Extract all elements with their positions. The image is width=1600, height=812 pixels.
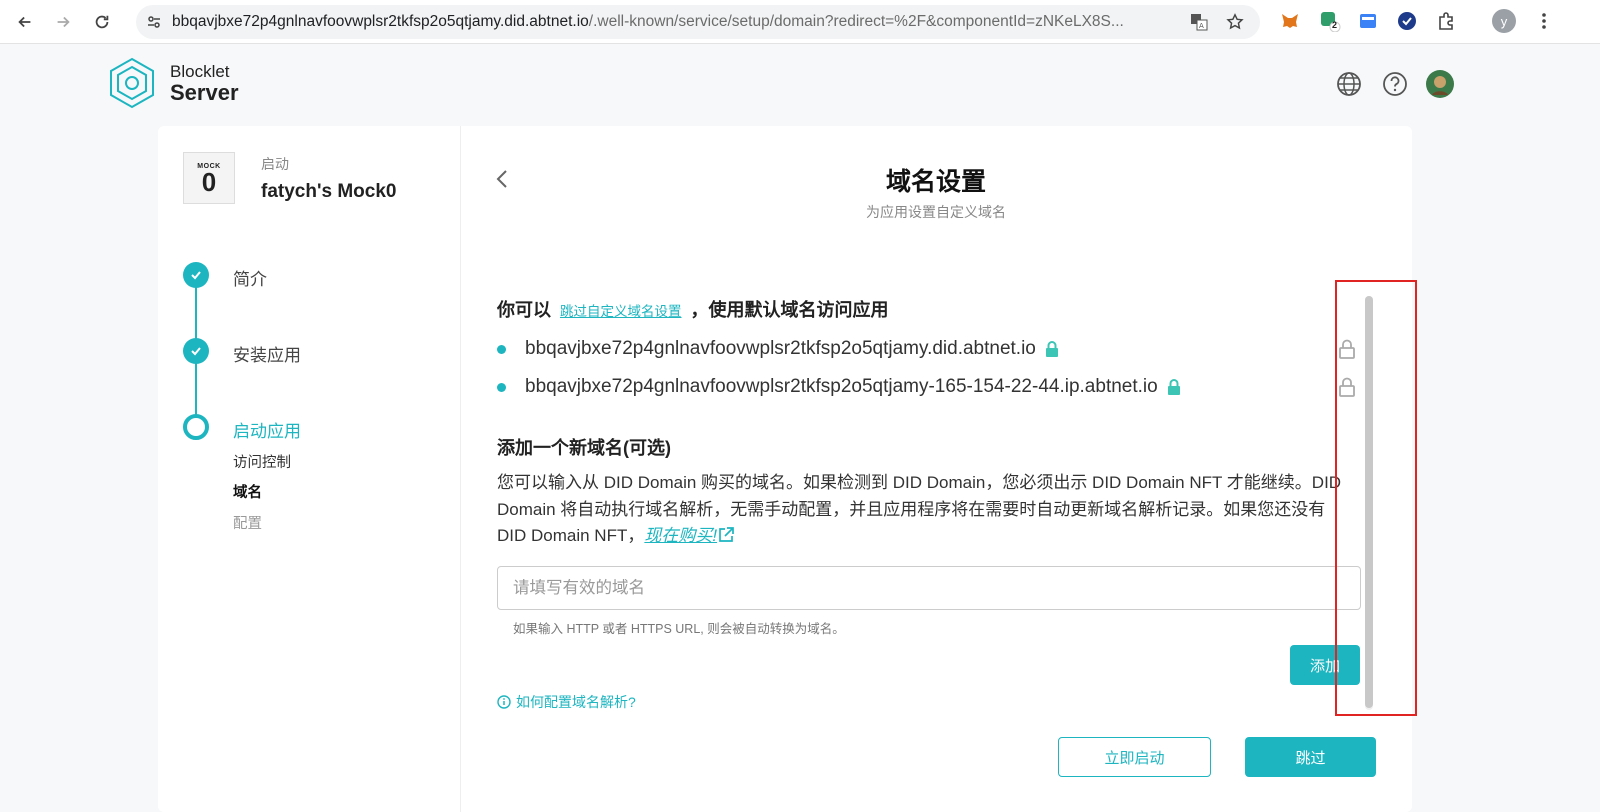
url-text: bbqavjbxe72p4gnlnavfoovwplsr2tkfsp2o5qtj… <box>172 13 1124 30</box>
browser-menu-icon[interactable] <box>1532 9 1556 33</box>
window-extension-icon[interactable] <box>1356 9 1380 33</box>
skip-button[interactable]: 跳过 <box>1245 737 1376 777</box>
step-install[interactable]: 安装应用 <box>233 341 301 366</box>
app-status: 启动 <box>261 156 289 172</box>
step-connector <box>195 286 197 346</box>
add-domain-title: 添加一个新域名(可选) <box>497 438 671 458</box>
dns-help-link[interactable]: 如何配置域名解析? <box>497 692 636 712</box>
skip-line-prefix: 你可以 <box>497 300 551 320</box>
step-launch[interactable]: 启动应用 <box>233 417 301 442</box>
default-domain-text: bbqavjbxe72p4gnlnavfoovwplsr2tkfsp2o5qtj… <box>525 376 1158 397</box>
domain-input[interactable] <box>497 566 1361 610</box>
app-thumbnail: MOCK 0 <box>183 152 235 204</box>
step-done-check-icon <box>183 262 209 288</box>
browser-toolbar: bbqavjbxe72p4gnlnavfoovwplsr2tkfsp2o5qtj… <box>0 0 1600 44</box>
reload-icon[interactable] <box>89 9 115 35</box>
launch-now-button[interactable]: 立即启动 <box>1058 737 1211 777</box>
external-link-icon[interactable] <box>717 526 735 544</box>
domain-scroll-area: 你可以 跳过自定义域名设置 ，使用默认域名访问应用 bbqavjbxe72p4g… <box>461 276 1371 716</box>
back-chevron-icon[interactable] <box>490 166 514 192</box>
skip-custom-domain-link[interactable]: 跳过自定义域名设置 <box>560 304 682 319</box>
info-circle-icon <box>497 695 511 709</box>
setup-sidebar: MOCK 0 启动 fatych's Mock0 简介 安装应用 启动应用 访问… <box>158 126 461 812</box>
dns-help-link-text: 如何配置域名解析? <box>516 694 636 710</box>
default-domain-item: bbqavjbxe72p4gnlnavfoovwplsr2tkfsp2o5qtj… <box>497 338 1060 360</box>
back-arrow-icon[interactable] <box>12 9 38 35</box>
brand-name-top: Blocklet <box>170 62 230 81</box>
address-bar[interactable]: bbqavjbxe72p4gnlnavfoovwplsr2tkfsp2o5qtj… <box>136 5 1260 39</box>
page-title: 域名设置 <box>885 168 986 196</box>
step-active-ring-icon <box>183 414 209 440</box>
step-connector <box>195 362 197 422</box>
add-domain-description-text: 您可以输入从 DID Domain 购买的域名。如果检测到 DID Domain… <box>497 473 1342 545</box>
skip-custom-domain-line: 你可以 跳过自定义域名设置 ，使用默认域名访问应用 <box>497 296 889 322</box>
site-settings-icon[interactable] <box>142 10 166 34</box>
setup-card: MOCK 0 启动 fatych's Mock0 简介 安装应用 启动应用 访问… <box>158 126 1417 812</box>
default-domain-item: bbqavjbxe72p4gnlnavfoovwplsr2tkfsp2o5qtj… <box>497 376 1182 398</box>
forward-arrow-icon[interactable] <box>50 9 76 35</box>
domain-input-hint: 如果输入 HTTP 或者 HTTPS URL, 则会被自动转换为域名。 <box>513 622 845 636</box>
app-name: fatych's Mock0 <box>261 181 397 202</box>
sub-step-config: 配置 <box>233 516 262 532</box>
language-globe-icon[interactable] <box>1335 70 1363 98</box>
extension-badge-count: 2 <box>1332 20 1338 30</box>
brand-name-bottom: Server <box>170 80 239 105</box>
svg-text:A: A <box>1199 22 1204 30</box>
domain-bullet <box>497 344 506 354</box>
scrollbar-highlight-box <box>1335 280 1417 716</box>
check-extension-icon[interactable] <box>1395 9 1419 33</box>
blocklet-logo-icon <box>106 57 158 109</box>
bookmark-star-icon[interactable] <box>1224 11 1246 33</box>
profile-initial: y <box>1500 13 1508 29</box>
user-avatar[interactable] <box>1426 70 1454 98</box>
app-thumbnail-digit: 0 <box>201 166 217 197</box>
metamask-extension-icon[interactable] <box>1278 9 1302 33</box>
translate-icon[interactable]: A <box>1188 11 1210 33</box>
extension-badge-icon[interactable]: 2 <box>1318 9 1342 33</box>
sub-step-domain[interactable]: 域名 <box>233 481 262 502</box>
profile-avatar[interactable]: y <box>1492 9 1516 33</box>
add-domain-description: 您可以输入从 DID Domain 购买的域名。如果检测到 DID Domain… <box>497 470 1357 550</box>
step-intro[interactable]: 简介 <box>233 265 267 290</box>
extensions-puzzle-icon[interactable] <box>1434 9 1458 33</box>
buy-now-link[interactable]: 现在购买! <box>644 526 717 545</box>
step-done-check-icon <box>183 338 209 364</box>
lock-secure-icon <box>1045 341 1058 357</box>
lock-secure-icon <box>1167 379 1180 395</box>
sub-step-access-control[interactable]: 访问控制 <box>233 451 291 472</box>
default-domain-text: bbqavjbxe72p4gnlnavfoovwplsr2tkfsp2o5qtj… <box>525 338 1036 359</box>
skip-line-suffix: ，使用默认域名访问应用 <box>690 300 889 320</box>
help-question-icon[interactable] <box>1381 70 1409 98</box>
domain-bullet <box>497 382 506 392</box>
page-subtitle: 为应用设置自定义域名 <box>866 204 1006 220</box>
